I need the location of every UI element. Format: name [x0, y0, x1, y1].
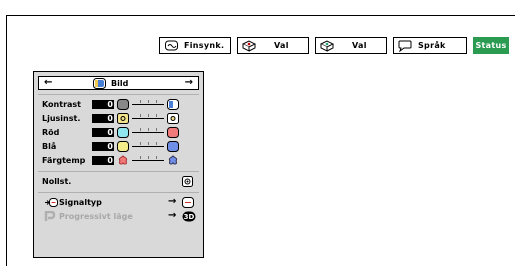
picture-menu-panel: ← Bild → Kontrast 0 Ljusinst. 0 Röd 0 Bl…	[33, 71, 204, 258]
slider-tick	[148, 114, 149, 117]
adjustment-label: Kontrast	[42, 100, 82, 109]
slider-tick	[140, 142, 141, 145]
slider-tick	[148, 142, 149, 145]
tab-options-1[interactable]: Val	[237, 37, 309, 54]
adjustment-label: Ljusinst.	[42, 114, 81, 123]
fine-sync-icon	[164, 40, 178, 52]
options2-icon	[320, 39, 334, 52]
reset-row[interactable]: Nollst.	[42, 176, 202, 188]
adjustment-slider[interactable]	[132, 128, 164, 133]
adjustment-label: Blå	[42, 142, 57, 151]
window-frame-left	[6, 15, 7, 266]
adjustment-brightness[interactable]: Ljusinst. 0	[42, 113, 202, 125]
signal-type-row[interactable]: Signaltyp →	[42, 196, 202, 210]
adjustment-value: 0	[92, 142, 114, 151]
divider	[38, 94, 199, 95]
contrast-high-icon	[167, 99, 179, 112]
tab-label: Val	[274, 41, 289, 50]
slider-tick	[156, 128, 157, 131]
slider-tick	[156, 156, 157, 159]
language-speech-icon	[398, 40, 412, 52]
adjustment-value: 0	[92, 114, 114, 123]
tab-language[interactable]: Språk	[393, 37, 467, 54]
adjustment-contrast[interactable]: Kontrast 0	[42, 99, 202, 111]
tab-fine-sync[interactable]: Finsynk.	[159, 37, 231, 54]
contrast-low-icon	[117, 99, 129, 112]
adjustment-color-temp[interactable]: Färgtemp 0	[42, 155, 202, 167]
adjustment-value: 0	[92, 128, 114, 137]
adjustment-label: Röd	[42, 128, 60, 137]
3d-badge-text: 3D	[184, 213, 195, 221]
slider-tick	[140, 156, 141, 159]
arrow-right-icon: →	[168, 210, 177, 221]
blue-low-icon	[117, 141, 129, 154]
tab-options-2[interactable]: Val	[315, 37, 387, 54]
color-temp-high-icon	[167, 155, 179, 168]
divider	[38, 171, 199, 172]
brightness-low-icon	[117, 113, 129, 126]
slider-tick	[148, 100, 149, 103]
arrow-right-icon: →	[168, 196, 177, 207]
arrow-right-icon[interactable]: →	[185, 77, 193, 88]
progressive-icon	[44, 210, 56, 224]
adjustment-value: 0	[92, 100, 114, 109]
tab-label: Val	[352, 41, 367, 50]
slider-tick	[148, 156, 149, 159]
adjustment-slider[interactable]	[132, 142, 164, 147]
progressive-mode-row[interactable]: Progressivt läge → 3D	[42, 210, 202, 224]
adjustment-label: Färgtemp	[42, 156, 86, 165]
adjustment-slider[interactable]	[132, 156, 164, 161]
tab-label: Språk	[418, 41, 446, 50]
picture-icon	[93, 78, 106, 91]
3d-badge-icon: 3D	[182, 211, 196, 224]
slider-tick	[140, 100, 141, 103]
signal-submenu-icon	[182, 197, 194, 210]
reset-icon	[182, 176, 193, 189]
menu-title: Bild	[111, 79, 129, 88]
adjustment-slider[interactable]	[132, 114, 164, 119]
slider-tick	[156, 142, 157, 145]
options1-icon	[242, 39, 256, 52]
menu-header: ← Bild →	[38, 76, 199, 90]
blue-high-icon	[167, 141, 179, 154]
divider	[38, 192, 199, 193]
adjustment-blue[interactable]: Blå 0	[42, 141, 202, 153]
arrow-left-icon[interactable]: ←	[44, 77, 52, 88]
progressive-label: Progressivt läge	[59, 212, 133, 221]
slider-tick	[148, 128, 149, 131]
red-low-icon	[117, 127, 129, 140]
adjustment-slider[interactable]	[132, 100, 164, 105]
adjustment-red[interactable]: Röd 0	[42, 127, 202, 139]
signal-type-label: Signaltyp	[59, 198, 102, 207]
slider-tick	[140, 114, 141, 117]
reset-label: Nollst.	[42, 177, 72, 186]
tab-label: Finsynk.	[184, 41, 225, 50]
signal-type-icon	[44, 197, 58, 210]
color-temp-low-icon	[117, 155, 129, 168]
slider-tick	[156, 100, 157, 103]
slider-tick	[156, 114, 157, 117]
red-high-icon	[167, 127, 179, 140]
adjustment-value: 0	[92, 156, 114, 165]
brightness-high-icon	[167, 113, 179, 126]
tab-label: Status	[475, 41, 507, 50]
window-frame-top	[6, 15, 515, 16]
tab-status[interactable]: Status	[473, 37, 509, 54]
slider-tick	[140, 128, 141, 131]
